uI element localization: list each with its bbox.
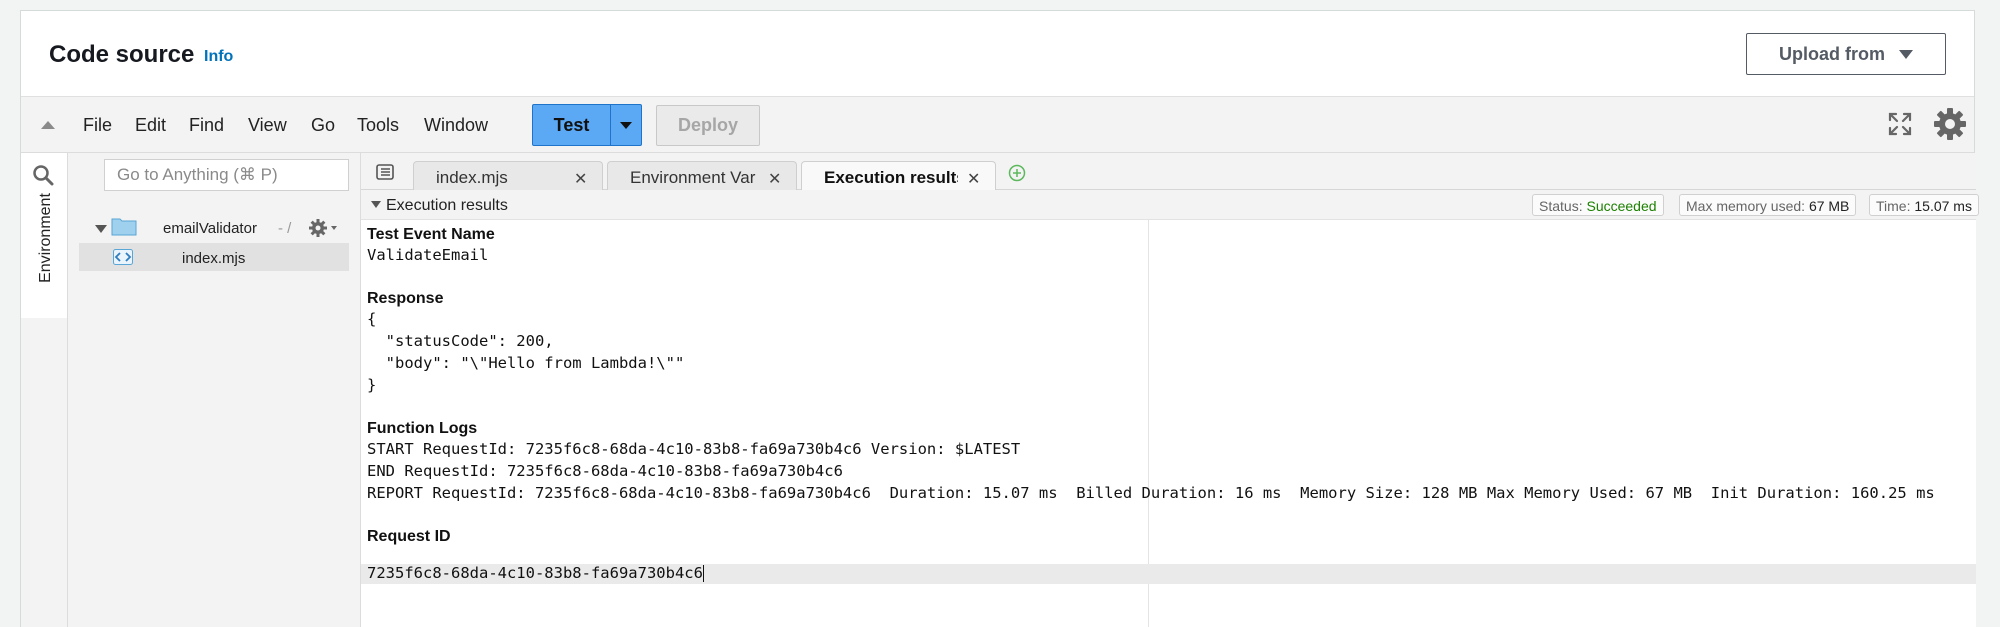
menu-go[interactable]: Go <box>311 115 335 136</box>
results-title: Execution results <box>386 197 508 214</box>
execution-results-body[interactable]: Test Event Name ValidateEmail Response {… <box>361 220 1976 627</box>
status-label: Status: <box>1539 198 1583 214</box>
memory-value: 67 MB <box>1808 198 1850 214</box>
goto-anything-input[interactable] <box>104 159 349 191</box>
tab-environment-variables[interactable]: Environment Var ✕ <box>607 161 797 191</box>
time-label: Time: <box>1876 198 1911 214</box>
results-collapse-icon[interactable] <box>371 201 381 208</box>
folder-path-suffix: - / <box>278 220 292 237</box>
javascript-file-icon <box>113 249 133 265</box>
time-badge: Time: 15.07 ms <box>1869 194 1979 216</box>
status-badge: Status: Succeeded <box>1532 194 1664 216</box>
test-button-label[interactable]: Test <box>533 105 611 145</box>
response-title: Response <box>367 290 444 307</box>
page-title: Code source <box>49 41 195 68</box>
log-line: START RequestId: 7235f6c8-68da-4c10-83b8… <box>367 440 1021 458</box>
editor-tabbar: index.mjs ✕ Environment Var ✕ Execution … <box>361 153 1976 191</box>
menu-find[interactable]: Find <box>189 115 224 136</box>
info-link[interactable]: Info <box>204 48 233 66</box>
response-line: "body": "\"Hello from Lambda!\"" <box>367 354 685 372</box>
tab-execution-results[interactable]: Execution results ✕ <box>801 161 996 191</box>
search-icon <box>33 165 54 186</box>
ide: File Edit Find View Go Tools Window Test… <box>21 96 1979 627</box>
menu-edit[interactable]: Edit <box>135 115 166 136</box>
caret-down-icon <box>1899 49 1913 59</box>
fullscreen-icon[interactable] <box>1887 111 1913 137</box>
code-source-panel: Code source Info Upload from File Edit F… <box>20 10 1979 627</box>
file-tree: emailValidator - / <box>33 153 361 627</box>
collapse-icon[interactable] <box>41 121 55 129</box>
log-line: REPORT RequestId: 7235f6c8-68da-4c10-83b… <box>367 484 1935 502</box>
response-line: } <box>367 376 377 394</box>
upload-from-label: Upload from <box>1779 43 1885 64</box>
tab-label: index.mjs <box>436 168 508 187</box>
menu-view[interactable]: View <box>248 115 287 136</box>
environment-strip: Environment <box>21 153 68 627</box>
status-value: Succeeded <box>1586 198 1657 214</box>
execution-results-header: Execution results Status: Succeeded Max … <box>361 190 1979 220</box>
close-icon[interactable]: ✕ <box>967 169 980 189</box>
folder-name[interactable]: emailValidator <box>163 220 257 237</box>
upload-from-button[interactable]: Upload from <box>1746 33 1946 75</box>
panel-header: Code source Info Upload from <box>21 11 1974 96</box>
memory-label: Max memory used: <box>1686 198 1806 214</box>
time-value: 15.07 ms <box>1914 198 1972 214</box>
folder-expand-icon[interactable] <box>95 225 107 233</box>
caret-down-icon <box>620 121 632 129</box>
folder-icon <box>111 218 137 236</box>
tab-list-icon[interactable] <box>376 164 394 180</box>
file-name[interactable]: index.mjs <box>182 250 245 267</box>
menu-file[interactable]: File <box>83 115 112 136</box>
close-icon[interactable]: ✕ <box>768 169 781 189</box>
function-logs-title: Function Logs <box>367 420 478 437</box>
menubar: File Edit Find View Go Tools Window Test… <box>21 96 1974 153</box>
menu-tools[interactable]: Tools <box>357 115 399 136</box>
deploy-button[interactable]: Deploy <box>656 105 760 146</box>
log-line: END RequestId: 7235f6c8-68da-4c10-83b8-f… <box>367 462 843 480</box>
add-tab-icon[interactable] <box>1008 164 1026 182</box>
test-event-title: Test Event Name <box>367 226 495 243</box>
request-id-value: 7235f6c8-68da-4c10-83b8-fa69a730b4c6 <box>367 564 703 582</box>
test-button[interactable]: Test <box>532 104 642 146</box>
response-line: { <box>367 310 377 328</box>
environment-tab-label: Environment <box>37 193 54 283</box>
menu-window[interactable]: Window <box>424 115 488 136</box>
response-line: "statusCode": 200, <box>367 332 554 350</box>
memory-badge: Max memory used: 67 MB <box>1679 194 1857 216</box>
gear-icon[interactable] <box>1933 107 1967 141</box>
tree-settings-icon[interactable] <box>308 218 338 238</box>
tab-index-mjs[interactable]: index.mjs ✕ <box>413 161 603 191</box>
request-id-line: 7235f6c8-68da-4c10-83b8-fa69a730b4c6 <box>367 564 704 582</box>
tab-label: Execution results <box>824 168 958 187</box>
test-event-value: ValidateEmail <box>367 246 489 264</box>
text-cursor <box>702 565 704 582</box>
request-id-title: Request ID <box>367 528 451 545</box>
test-dropdown-button[interactable] <box>611 105 641 145</box>
tab-label: Environment Var <box>630 168 756 187</box>
close-icon[interactable]: ✕ <box>574 169 587 189</box>
